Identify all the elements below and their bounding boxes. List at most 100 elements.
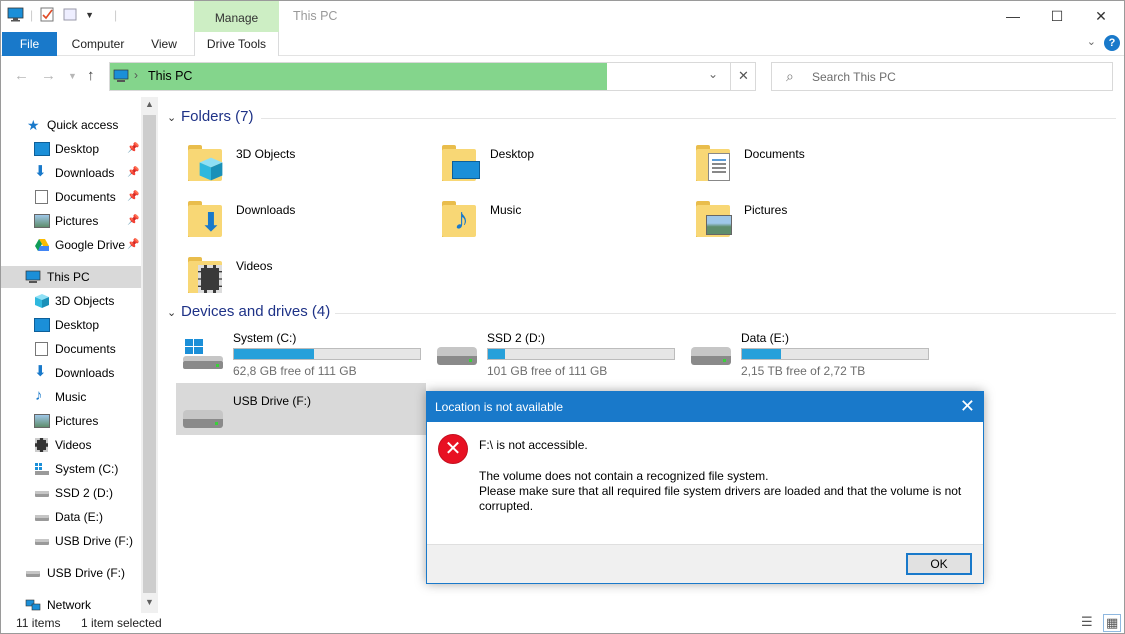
close-icon[interactable]: ✕ [960,396,975,417]
sidebar-item-quick-access[interactable]: ★ Quick access [1,114,141,136]
navigation-scrollbar[interactable]: ▲ ▼ [141,97,158,613]
music-note-icon: ♪ [35,387,43,404]
sidebar-item-downloads[interactable]: ⬇ Downloads 📌 [1,162,141,184]
star-icon: ★ [27,117,40,133]
chevron-down-icon[interactable]: ⌄ [167,111,181,124]
sidebar-item-pictures-pc[interactable]: Pictures [1,410,141,432]
ok-button[interactable]: OK [906,553,972,575]
forward-arrow-icon[interactable]: → [41,67,56,84]
pictures-icon [34,214,50,228]
new-folder-icon[interactable] [62,7,79,22]
folder-pictures[interactable]: Pictures [694,195,934,247]
hard-drive-icon [183,410,223,428]
pin-icon[interactable]: 📌 [127,162,139,184]
pin-icon[interactable]: 📌 [127,234,139,256]
pin-icon[interactable]: 📌 [127,138,139,160]
sidebar-item-music[interactable]: ♪ Music [1,386,141,408]
address-path[interactable]: This PC [148,69,192,83]
close-icon[interactable]: ✕ [1079,1,1123,32]
scroll-up-icon[interactable]: ▲ [145,99,154,109]
back-arrow-icon[interactable]: ← [14,67,29,84]
drive-system-c[interactable]: System (C:) 62,8 GB free of 111 GB [177,329,427,378]
dialog-message-line3: corrupted. [479,499,534,513]
sidebar-item-desktop-pc[interactable]: Desktop [1,314,141,336]
scrollbar-thumb[interactable] [143,115,156,593]
sidebar-item-system-c[interactable]: System (C:) [1,458,141,480]
sidebar-item-google-drive[interactable]: Google Drive 📌 [1,234,141,256]
large-icons-view-icon[interactable]: ▦ [1103,614,1122,632]
folder-desktop[interactable]: Desktop [440,139,680,191]
tab-computer[interactable]: Computer [63,32,133,56]
customize-toolbar-icon[interactable]: ▼ [85,10,94,20]
recent-locations-chevron-icon[interactable]: ▼ [68,71,77,81]
hard-drive-icon [35,515,49,521]
minimize-icon[interactable]: — [991,1,1035,32]
dialog-title: Location is not available [435,400,564,414]
sidebar-item-data-e[interactable]: Data (E:) [1,506,141,528]
group-divider [335,313,1116,314]
folder-downloads-icon: ⬇ [186,195,226,243]
drive-usb-f[interactable]: USB Drive (F:) [177,392,427,440]
sidebar-item-desktop[interactable]: Desktop 📌 [1,138,141,160]
hard-drive-icon [35,539,49,545]
drive-data-e[interactable]: Data (E:) 2,15 TB free of 2,72 TB [685,329,935,378]
window-title: This PC [293,9,338,23]
dialog-title-bar: Location is not available ✕ [427,392,983,422]
error-dialog: Location is not available ✕ ✕ F:\ is not… [426,391,984,584]
folder-videos[interactable]: Videos [186,251,426,303]
maximize-icon[interactable]: ☐ [1035,1,1079,32]
drive-usage-bar [487,348,675,360]
download-icon: ⬇ [34,163,47,180]
tab-drive-tools[interactable]: Drive Tools [194,32,279,56]
details-view-icon[interactable]: ☰ [1081,614,1093,630]
sidebar-item-pictures[interactable]: Pictures 📌 [1,210,141,232]
folder-videos-icon [186,251,226,299]
properties-icon[interactable] [39,7,56,22]
tab-file[interactable]: File [2,32,57,56]
clear-address-icon[interactable]: ✕ [730,63,756,90]
search-input[interactable]: ⌕ Search This PC [771,62,1113,91]
up-arrow-icon[interactable]: ↑ [87,67,95,84]
folder-music[interactable]: ♪ Music [440,195,680,247]
title-bar: | ▼ | Manage This PC — ☐ ✕ [1,1,1124,32]
sidebar-item-documents-pc[interactable]: Documents [1,338,141,360]
sidebar-item-3d-objects[interactable]: 3D Objects [1,290,141,312]
dialog-message-line2: Please make sure that all required file … [479,484,962,498]
drive-ssd2-d[interactable]: SSD 2 (D:) 101 GB free of 111 GB [431,329,681,378]
drives-group-header[interactable]: ⌄ Devices and drives (4) [167,303,330,320]
manage-context-tab[interactable]: Manage [194,1,279,32]
computer-icon[interactable] [7,7,24,22]
chevron-down-icon[interactable]: ⌄ [1087,35,1096,48]
folder-3d-objects-icon [186,139,226,187]
folder-downloads[interactable]: ⬇ Downloads [186,195,426,247]
breadcrumb-separator-icon[interactable]: › [134,68,138,82]
windows-drive-icon [183,339,223,369]
chevron-down-icon[interactable]: ⌄ [708,67,718,81]
sidebar-item-downloads-pc[interactable]: ⬇ Downloads [1,362,141,384]
search-icon: ⌕ [786,68,794,84]
sidebar-item-videos[interactable]: Videos [1,434,141,456]
folder-pictures-icon [694,195,734,243]
pin-icon[interactable]: 📌 [127,186,139,208]
pin-icon[interactable]: 📌 [127,210,139,232]
item-count: 11 items [16,616,61,630]
chevron-down-icon[interactable]: ⌄ [167,306,181,319]
folders-group-header[interactable]: ⌄ Folders (7) [167,108,254,125]
sidebar-item-this-pc[interactable]: This PC [1,266,141,288]
sidebar-item-documents[interactable]: Documents 📌 [1,186,141,208]
folder-3d-objects[interactable]: 3D Objects [186,139,426,191]
help-icon[interactable]: ? [1104,35,1120,51]
sidebar-item-usb-drive-f-root[interactable]: USB Drive (F:) [1,562,141,584]
google-drive-icon [35,239,49,251]
scroll-down-icon[interactable]: ▼ [145,597,154,607]
address-bar[interactable]: › This PC ⌄ ✕ [109,62,756,91]
sidebar-item-usb-drive-f[interactable]: USB Drive (F:) [1,530,141,552]
folder-documents[interactable]: Documents [694,139,934,191]
network-icon [25,599,41,611]
dialog-heading: F:\ is not accessible. [479,438,588,452]
sidebar-item-ssd2-d[interactable]: SSD 2 (D:) [1,482,141,504]
hard-drive-icon [35,491,49,497]
navigation-pane: ★ Quick access Desktop 📌 ⬇ Downloads 📌 D… [1,97,158,613]
sidebar-item-network[interactable]: Network [1,594,141,613]
tab-view[interactable]: View [141,32,187,56]
